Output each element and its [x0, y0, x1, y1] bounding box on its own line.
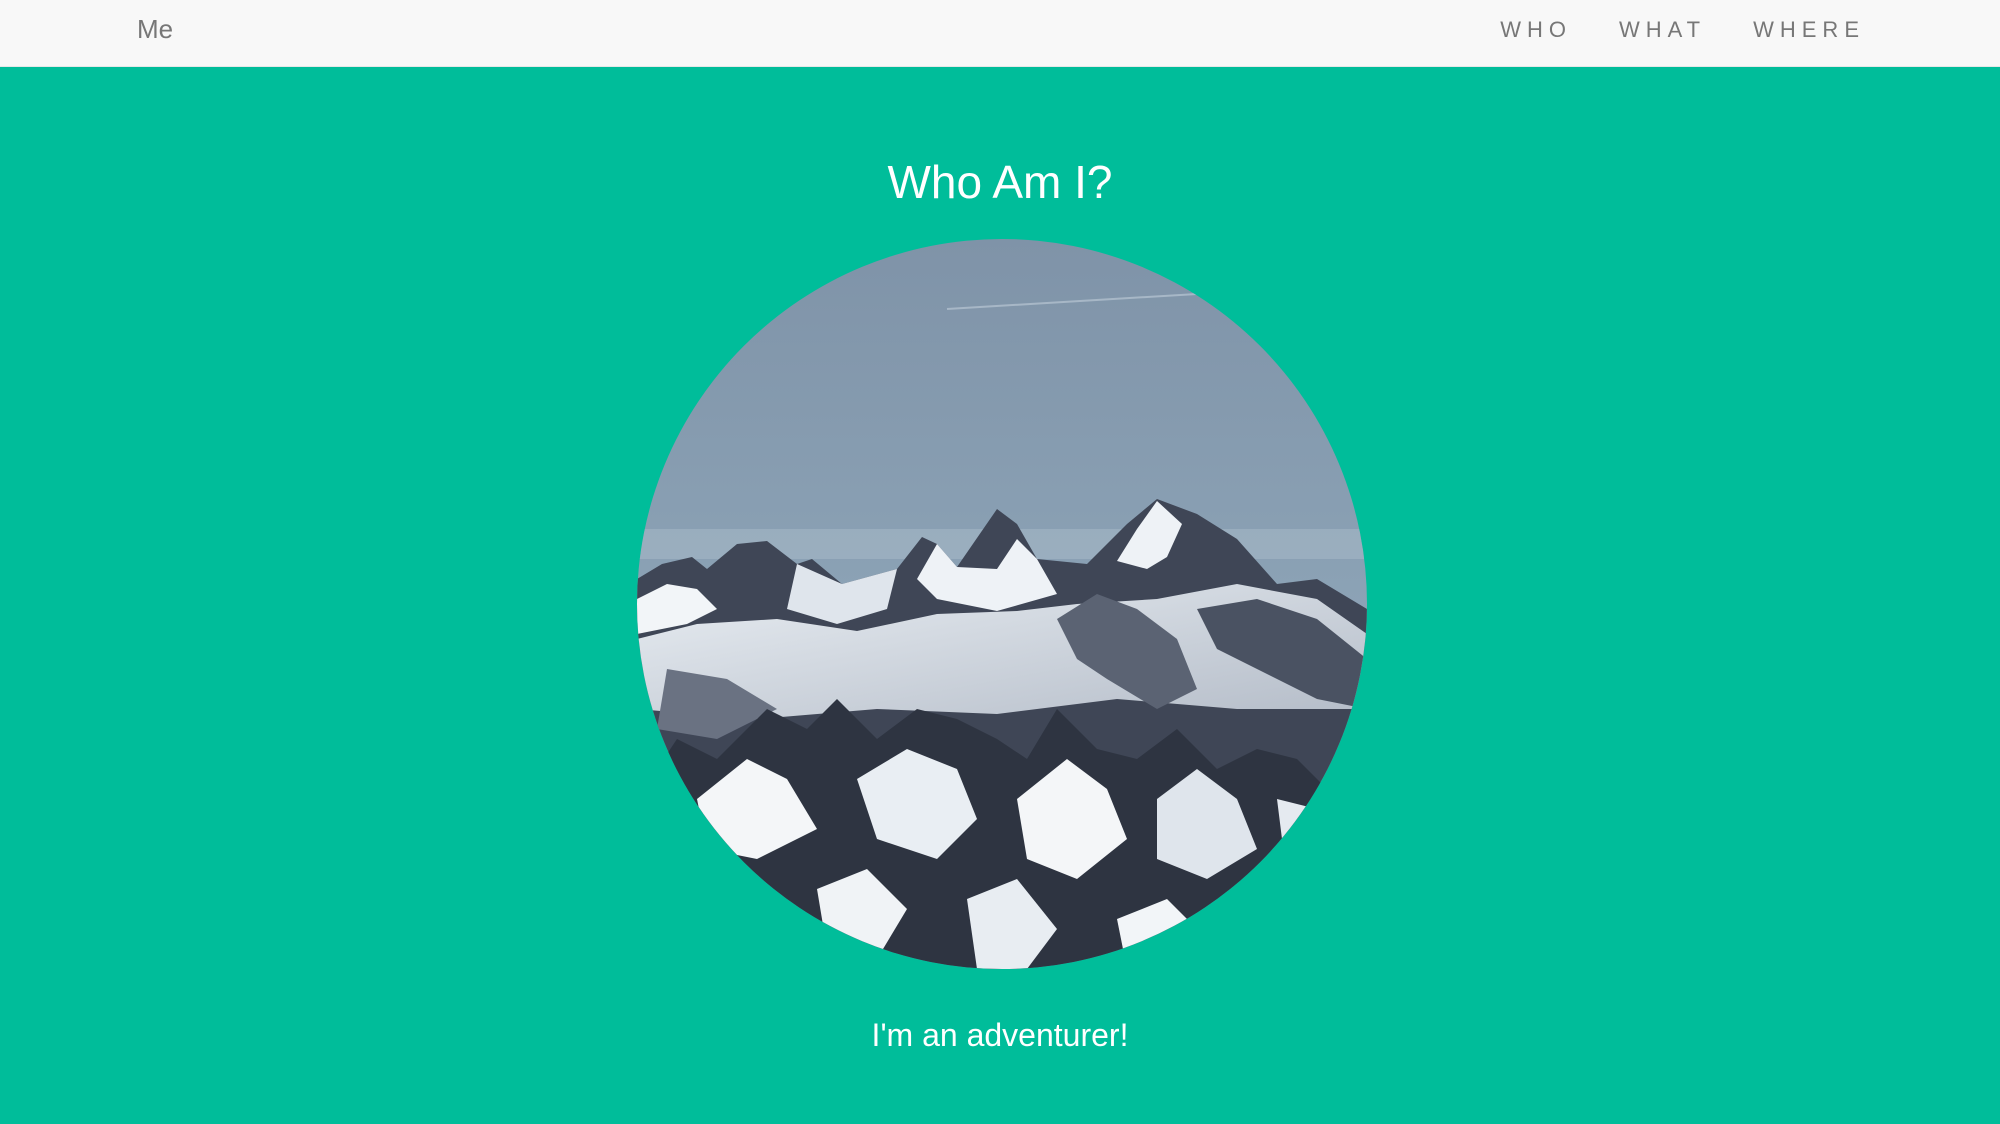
nav-link-who[interactable]: WHO [1500, 17, 1572, 42]
avatar [637, 239, 1367, 969]
page-title: Who Am I? [887, 156, 1113, 208]
nav-item-who: WHO [1500, 16, 1572, 44]
mountain-photo-icon [637, 239, 1367, 969]
nav-links: WHO WHAT WHERE [1500, 16, 1865, 44]
nav-link-what[interactable]: WHAT [1619, 17, 1706, 42]
nav-item-what: WHAT [1619, 16, 1706, 44]
navbar: Me WHO WHAT WHERE [0, 0, 2000, 67]
brand-link[interactable]: Me [137, 13, 173, 45]
tagline: I'm an adventurer! [871, 1017, 1129, 1053]
nav-item-where: WHERE [1753, 16, 1865, 44]
nav-link-where[interactable]: WHERE [1753, 17, 1865, 42]
